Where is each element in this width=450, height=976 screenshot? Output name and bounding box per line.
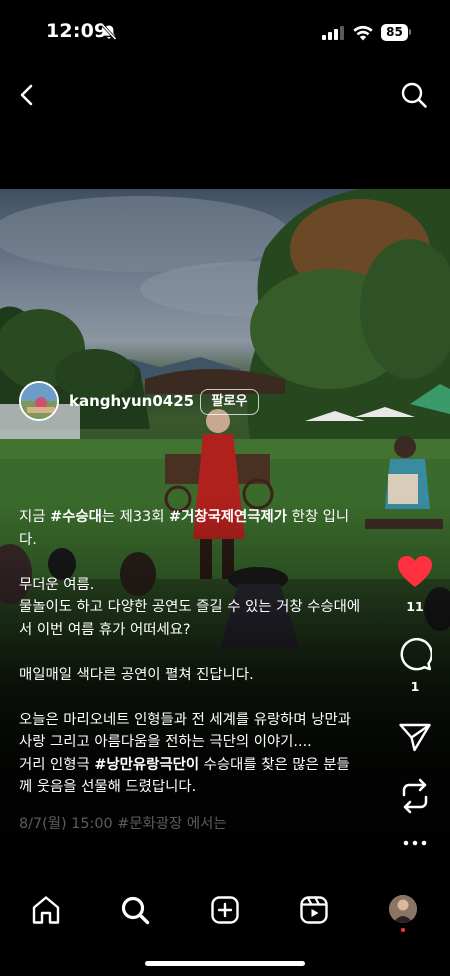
author-avatar[interactable]	[19, 381, 59, 421]
bell-slash-icon	[101, 23, 117, 41]
back-chevron-icon[interactable]	[14, 80, 42, 110]
reels-icon[interactable]	[298, 894, 330, 926]
heart-filled-icon[interactable]	[397, 555, 433, 589]
wifi-icon	[353, 25, 373, 41]
hashtag-link[interactable]: #수승대	[50, 509, 102, 525]
home-icon[interactable]	[30, 894, 62, 926]
notification-dot	[401, 928, 405, 932]
hashtag-link[interactable]: #거창국제연극제가	[169, 509, 287, 525]
repost-icon[interactable]	[398, 778, 432, 814]
caption-line-5: 서 이번 여름 휴가 어떠세요?	[19, 621, 191, 638]
caption-line-10: 께 웃음을 선물해 드렸답니다.	[19, 779, 197, 795]
battery-level: 85	[381, 24, 408, 41]
post-caption[interactable]: 지금 #수승대는 제33회 #거창국제연극제가 한창 입니 다. 무더운 여름.…	[19, 506, 379, 835]
caption-line-2: 다.	[19, 531, 37, 548]
hashtag-link[interactable]: #낭만유랑극단이	[94, 757, 199, 773]
battery-tip	[409, 29, 411, 35]
caption-line-4: 물놀이도 하고 다양한 공연도 즐길 수 있는 거창 수승대에	[19, 599, 361, 615]
search-icon[interactable]	[399, 80, 429, 110]
caption-line-1: 지금 #수승대는 제33회 #거창국제연극제가 한창 입니	[19, 506, 379, 529]
caption-gap	[19, 641, 379, 664]
caption-text: 는 제33회	[101, 509, 170, 525]
search-icon[interactable]	[119, 894, 151, 926]
battery-indicator: 85	[381, 24, 411, 41]
caption-line-3: 무더운 여름.	[19, 576, 95, 593]
more-horizontal-icon[interactable]	[402, 834, 428, 852]
profile-avatar[interactable]	[389, 895, 417, 923]
caption-text: 지금	[19, 509, 51, 525]
caption-gap	[19, 551, 379, 574]
cellular-signal-icon	[322, 26, 344, 40]
caption-gap	[19, 799, 379, 813]
caption-line-7: 오늘은 마리오네트 인형들과 전 세계를 유랑하며 낭만과	[19, 711, 351, 728]
status-bar: 12:09 85	[0, 0, 450, 64]
like-count[interactable]: 11	[395, 599, 435, 614]
home-indicator[interactable]	[145, 961, 305, 966]
caption-line-11: 8/7(월) 15:00 #문화광장 에서는	[19, 815, 227, 832]
caption-line-6: 매일매일 색다른 공연이 펼쳐 진답니다.	[19, 666, 254, 683]
caption-text: 거리 인형극	[19, 756, 95, 773]
comment-count[interactable]: 1	[395, 679, 435, 694]
profile-avatar-image	[389, 895, 417, 923]
caption-gap	[19, 686, 379, 709]
caption-text: 수승대를 찾은 많은 분들	[199, 756, 350, 773]
comment-bubble-icon[interactable]	[398, 637, 432, 671]
post-username[interactable]: kanghyun0425	[69, 392, 194, 410]
caption-line-8: 사랑 그리고 아름다움을 전하는 극단의 이야기....	[19, 734, 312, 750]
status-time: 12:09	[46, 20, 108, 42]
paper-plane-icon[interactable]	[398, 722, 432, 752]
caption-text: 한창 입니	[287, 509, 350, 525]
create-plus-icon[interactable]	[209, 894, 241, 926]
follow-button[interactable]: 팔로우	[200, 389, 259, 415]
caption-line-9: 거리 인형극 #낭만유랑극단이 수승대를 찾은 많은 분들	[19, 754, 379, 777]
